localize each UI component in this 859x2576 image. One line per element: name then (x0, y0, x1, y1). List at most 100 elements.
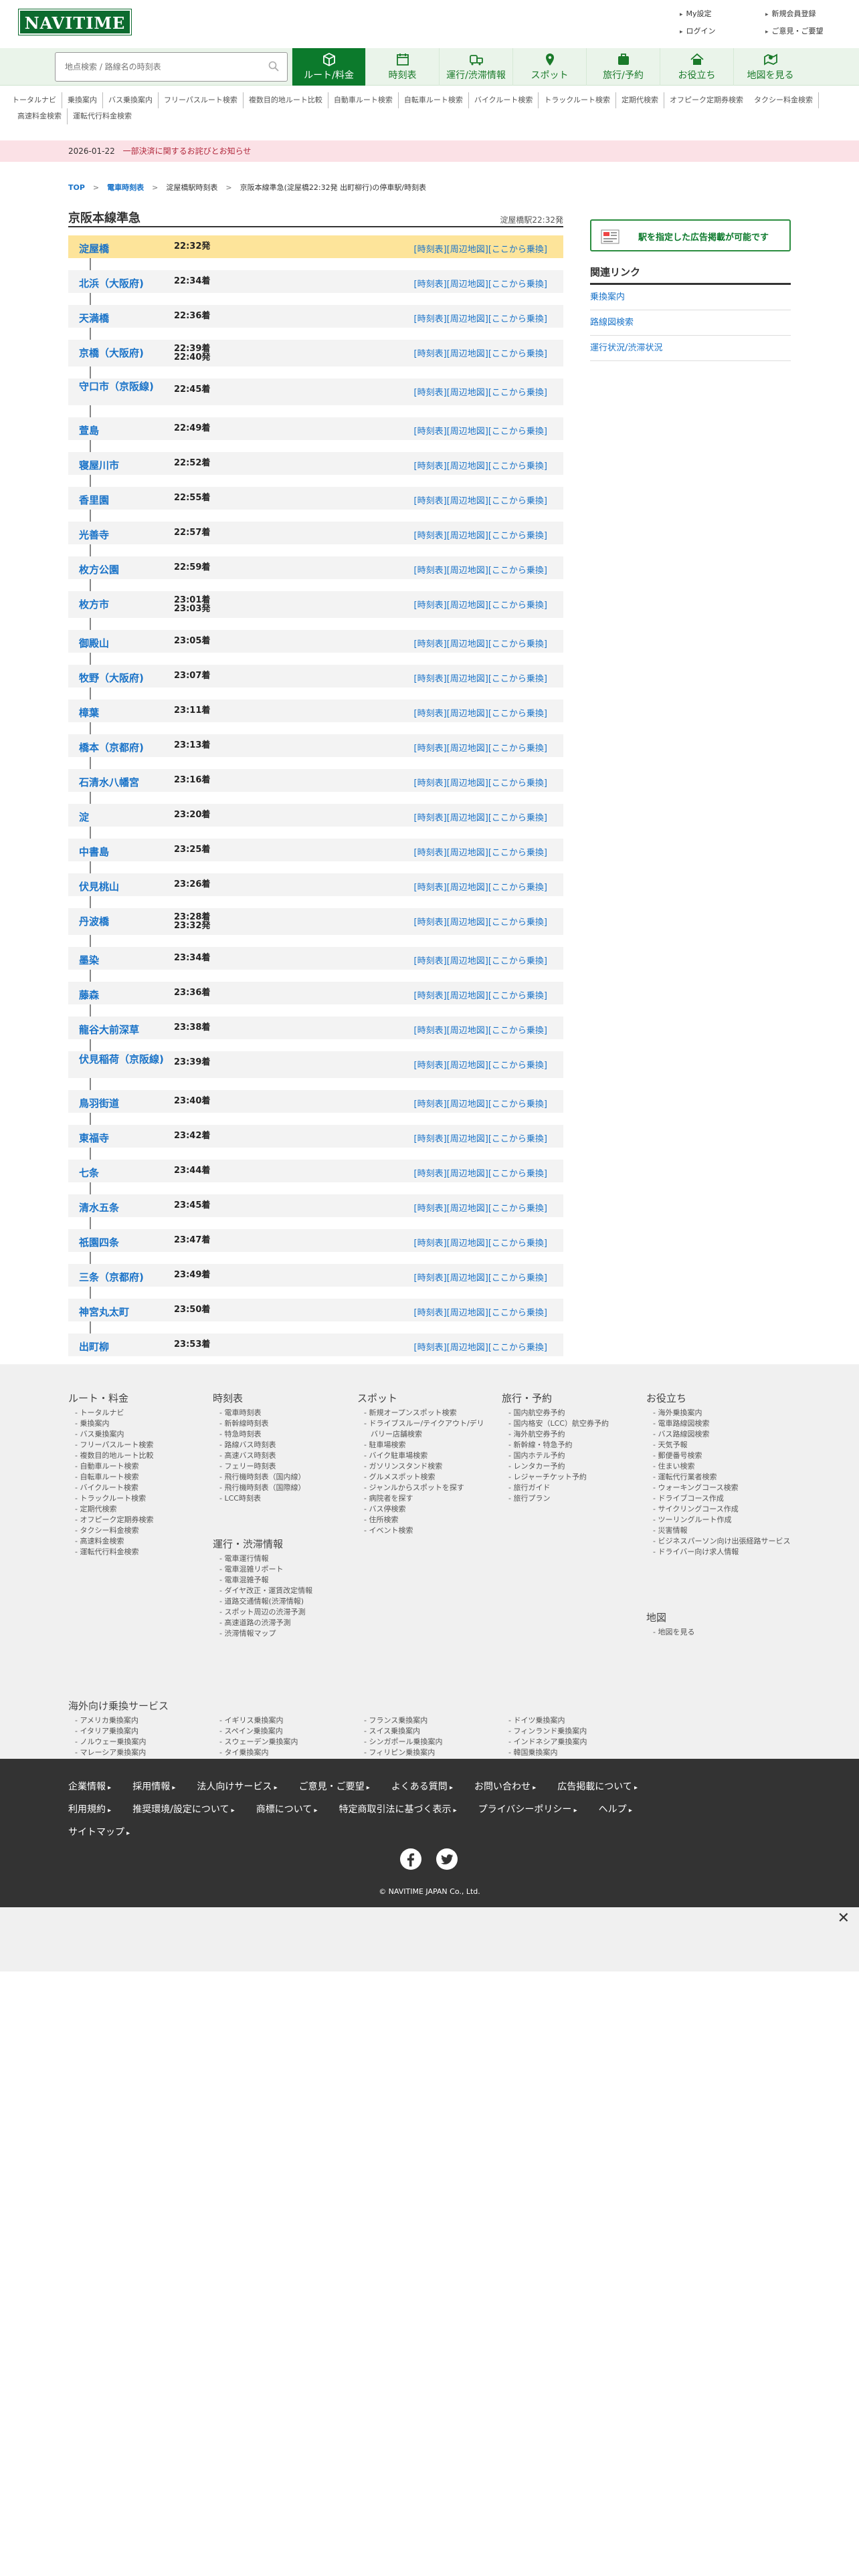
timetable-link[interactable]: [時刻表] (414, 461, 447, 471)
timetable-link[interactable]: [時刻表] (414, 388, 447, 398)
nearby-map-link[interactable]: [周辺地図] (447, 1273, 488, 1283)
stop-name[interactable]: 祇園四条 (79, 1235, 119, 1249)
footer-link[interactable]: 高速道路の渋滞予測 (213, 1618, 347, 1628)
timetable-link[interactable]: [時刻表] (414, 1343, 447, 1353)
timetable-link[interactable]: [時刻表] (414, 314, 447, 324)
timetable-link[interactable]: [時刻表] (414, 280, 447, 290)
overseas-link[interactable]: インドネシア乗換案内 (502, 1737, 646, 1747)
subnav-item[interactable]: トラックルート検索 (539, 92, 617, 108)
footer-link[interactable]: 国内格安（LCC）航空券予約 (502, 1418, 636, 1429)
footer-nav-link[interactable]: 企業情報 (68, 1776, 111, 1799)
footer-link[interactable]: 新幹線時刻表 (213, 1418, 347, 1429)
footer-link[interactable]: ガソリンスタンド検索 (357, 1461, 491, 1472)
footer-link[interactable]: 運転代行業者検索 (646, 1472, 792, 1483)
subnav-item[interactable]: 定期代検索 (616, 92, 665, 108)
timetable-link[interactable]: [時刻表] (414, 245, 447, 255)
transfer-from-here-link[interactable]: [ここから乗換] (488, 566, 547, 576)
nearby-map-link[interactable]: [周辺地図] (447, 709, 488, 719)
footer-nav-link[interactable]: 商標について (256, 1799, 318, 1822)
timetable-link[interactable]: [時刻表] (414, 883, 447, 893)
stop-name[interactable]: 橋本（京都府) (79, 740, 144, 754)
nearby-map-link[interactable]: [周辺地図] (447, 388, 488, 398)
stop-name[interactable]: 淀 (79, 810, 89, 824)
footer-link[interactable]: ドライブコース作成 (646, 1493, 792, 1504)
stop-name[interactable]: 神宮丸太町 (79, 1305, 129, 1319)
transfer-from-here-link[interactable]: [ここから乗換] (488, 349, 547, 359)
subnav-item[interactable]: 高速料金検索 (12, 108, 68, 124)
timetable-link[interactable]: [時刻表] (414, 601, 447, 611)
timetable-link[interactable]: [時刻表] (414, 1026, 447, 1036)
footer-link[interactable]: ドライブスルー/テイクアウト/デリバリー店舗検索 (357, 1418, 491, 1440)
transfer-from-here-link[interactable]: [ここから乗換] (488, 778, 547, 788)
transfer-from-here-link[interactable]: [ここから乗換] (488, 280, 547, 290)
footer-link[interactable]: スポット周辺の渋滞予測 (213, 1607, 347, 1618)
subnav-item[interactable]: バス乗換案内 (103, 92, 159, 108)
breadcrumb-top[interactable]: TOP (68, 183, 85, 192)
nearby-map-link[interactable]: [周辺地図] (447, 956, 488, 966)
footer-link[interactable]: フリーパスルート検索 (68, 1440, 202, 1451)
stop-name[interactable]: 伏見稲荷（京阪線) (79, 1054, 166, 1065)
footer-nav-link[interactable]: 採用情報 (132, 1776, 175, 1799)
overseas-link[interactable]: アメリカ乗換案内 (68, 1715, 213, 1726)
transfer-from-here-link[interactable]: [ここから乗換] (488, 639, 547, 649)
footer-link[interactable]: 新規オープンスポット検索 (357, 1408, 491, 1418)
transfer-from-here-link[interactable]: [ここから乗換] (488, 1026, 547, 1036)
footer-link[interactable]: バイク駐車場検索 (357, 1451, 491, 1461)
nearby-map-link[interactable]: [周辺地図] (447, 566, 488, 576)
transfer-from-here-link[interactable]: [ここから乗換] (488, 813, 547, 823)
transfer-from-here-link[interactable]: [ここから乗換] (488, 461, 547, 471)
footer-link[interactable]: 住所検索 (357, 1515, 491, 1525)
footer-link[interactable]: 住まい検索 (646, 1461, 792, 1472)
subnav-item[interactable]: 複数目的地ルート比較 (244, 92, 328, 108)
subnav-item[interactable]: 乗換案内 (62, 92, 103, 108)
timetable-link[interactable]: [時刻表] (414, 1273, 447, 1283)
transfer-from-here-link[interactable]: [ここから乗換] (488, 956, 547, 966)
transfer-from-here-link[interactable]: [ここから乗換] (488, 709, 547, 719)
timetable-link[interactable]: [時刻表] (414, 1134, 447, 1144)
subnav-item[interactable]: 自転車ルート検索 (399, 92, 469, 108)
footer-link[interactable]: オフピーク定期券検索 (68, 1515, 202, 1525)
related-link-transfer[interactable]: 乗換案内 (590, 285, 791, 310)
footer-link[interactable]: 特急時刻表 (213, 1429, 347, 1440)
footer-link[interactable]: ウォーキングコース検索 (646, 1483, 792, 1493)
overseas-link[interactable]: フィリピン乗換案内 (357, 1747, 502, 1758)
nearby-map-link[interactable]: [周辺地図] (447, 1239, 488, 1249)
nearby-map-link[interactable]: [周辺地図] (447, 883, 488, 893)
stop-name[interactable]: 龍谷大前深草 (79, 1023, 139, 1037)
transfer-from-here-link[interactable]: [ここから乗換] (488, 991, 547, 1001)
stop-name[interactable]: 鳥羽街道 (79, 1096, 119, 1110)
nav-item-5[interactable]: お役立ち (660, 48, 733, 86)
related-link-status[interactable]: 運行状況/渋滞状況 (590, 336, 791, 361)
overseas-link[interactable]: スイス乗換案内 (357, 1726, 502, 1737)
footer-link[interactable]: 駐車場検索 (357, 1440, 491, 1451)
footer-link[interactable]: ジャンルからスポットを探す (357, 1483, 491, 1493)
nearby-map-link[interactable]: [周辺地図] (447, 1169, 488, 1179)
nav-item-4[interactable]: 旅行/予約 (586, 48, 660, 86)
transfer-from-here-link[interactable]: [ここから乗換] (488, 531, 547, 541)
timetable-link[interactable]: [時刻表] (414, 1308, 447, 1318)
timetable-link[interactable]: [時刻表] (414, 531, 447, 541)
nearby-map-link[interactable]: [周辺地図] (447, 245, 488, 255)
feedback-link[interactable]: ご意見・ご要望 (765, 25, 847, 36)
timetable-link[interactable]: [時刻表] (414, 496, 447, 506)
stop-name[interactable]: 三条（京都府) (79, 1270, 144, 1284)
timetable-link[interactable]: [時刻表] (414, 991, 447, 1001)
nearby-map-link[interactable]: [周辺地図] (447, 314, 488, 324)
timetable-link[interactable]: [時刻表] (414, 1204, 447, 1214)
footer-link[interactable]: 自動車ルート検索 (68, 1461, 202, 1472)
transfer-from-here-link[interactable]: [ここから乗換] (488, 1134, 547, 1144)
transfer-from-here-link[interactable]: [ここから乗換] (488, 1308, 547, 1318)
footer-link[interactable]: ドライバー向け求人情報 (646, 1547, 792, 1558)
transfer-from-here-link[interactable]: [ここから乗換] (488, 496, 547, 506)
overseas-link[interactable]: スウェーデン乗換案内 (213, 1737, 357, 1747)
footer-link[interactable]: 旅行プラン (502, 1493, 636, 1504)
transfer-from-here-link[interactable]: [ここから乗換] (488, 744, 547, 754)
footer-link[interactable]: レジャーチケット予約 (502, 1472, 636, 1483)
transfer-from-here-link[interactable]: [ここから乗換] (488, 427, 547, 437)
stop-name[interactable]: 北浜（大阪府) (79, 276, 144, 290)
footer-link[interactable]: ダイヤ改正・運賃改定情報 (213, 1586, 347, 1596)
footer-link[interactable]: ビジネスパーソン向け出張経路サービス (646, 1536, 792, 1547)
nav-item-2[interactable]: 運行/渋滞情報 (439, 48, 512, 86)
nav-item-6[interactable]: 地図を見る (733, 48, 807, 86)
timetable-link[interactable]: [時刻表] (414, 639, 447, 649)
